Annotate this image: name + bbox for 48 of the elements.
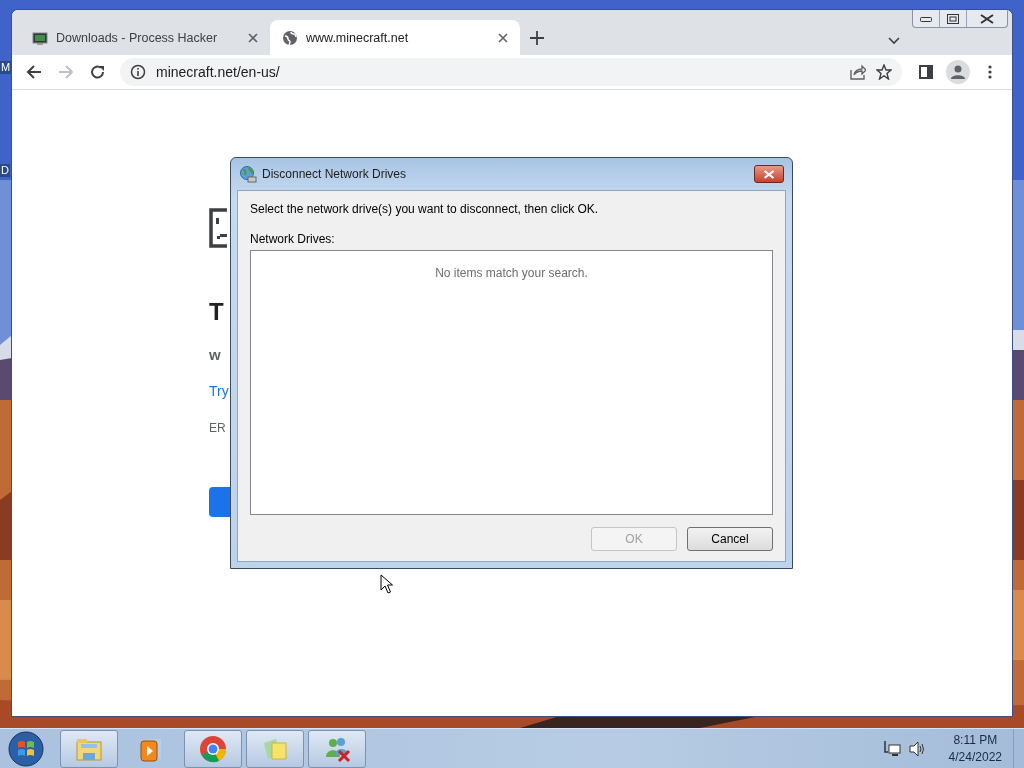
profile-button[interactable] bbox=[946, 60, 970, 84]
back-icon[interactable] bbox=[26, 64, 42, 80]
taskbar-button[interactable] bbox=[308, 729, 366, 768]
clock-time: 8:11 PM bbox=[953, 731, 998, 749]
error-code: ER bbox=[209, 421, 226, 435]
chrome-icon bbox=[199, 734, 227, 763]
clock[interactable]: 8:11 PM 4/24/2022 bbox=[948, 731, 1002, 766]
page-heading: T bbox=[209, 298, 224, 326]
share-icon[interactable] bbox=[850, 64, 866, 80]
star-icon[interactable] bbox=[876, 64, 892, 80]
side-panel-icon[interactable] bbox=[919, 65, 933, 79]
url-text: minecraft.net/en-us/ bbox=[156, 64, 281, 80]
dialog-title: Disconnect Network Drives bbox=[262, 167, 408, 181]
restore-icon bbox=[947, 13, 959, 24]
taskbar-button[interactable] bbox=[60, 729, 118, 768]
globe-icon bbox=[282, 29, 298, 46]
minimize-icon bbox=[920, 15, 932, 22]
chevron-down-icon[interactable] bbox=[888, 37, 900, 45]
start-orb-icon[interactable] bbox=[8, 730, 44, 767]
close-icon[interactable] bbox=[498, 32, 508, 43]
instruction-text: Select the network drive(s) you want to disconnect, then click OK. bbox=[250, 202, 600, 216]
drive-list[interactable]: No items match your search. bbox=[250, 250, 773, 515]
speaker-icon[interactable] bbox=[908, 739, 927, 758]
close-icon[interactable] bbox=[248, 32, 258, 43]
list-label: Network Drives: bbox=[250, 232, 336, 246]
menu-icon[interactable] bbox=[988, 65, 992, 79]
address-bar[interactable]: minecraft.net/en-us/ bbox=[120, 58, 902, 86]
close-button[interactable] bbox=[754, 165, 784, 183]
info-icon bbox=[130, 64, 146, 80]
clock-date: 4/24/2022 bbox=[948, 748, 1002, 766]
mouse-cursor-icon bbox=[380, 574, 393, 594]
network-globe-icon bbox=[239, 165, 257, 183]
page-subtitle: w bbox=[209, 346, 221, 363]
page-link[interactable]: Try bbox=[209, 383, 229, 399]
new-tab-icon[interactable] bbox=[530, 31, 544, 45]
taskbar-button[interactable] bbox=[246, 729, 304, 768]
sad-page-icon bbox=[209, 208, 227, 248]
close-icon bbox=[980, 13, 994, 24]
cancel-button[interactable]: Cancel bbox=[687, 527, 773, 551]
network-status-icon[interactable] bbox=[882, 739, 901, 758]
reload-icon[interactable] bbox=[90, 64, 106, 80]
app-icon bbox=[32, 29, 48, 46]
empty-message: No items match your search. bbox=[435, 266, 588, 281]
taskbar-button[interactable] bbox=[184, 729, 242, 768]
browser-tab[interactable]: Downloads - Process Hacker bbox=[20, 20, 270, 55]
person-icon bbox=[951, 65, 965, 79]
close-icon bbox=[763, 169, 775, 179]
browser-tab[interactable]: www.minecraft.net bbox=[270, 20, 520, 55]
